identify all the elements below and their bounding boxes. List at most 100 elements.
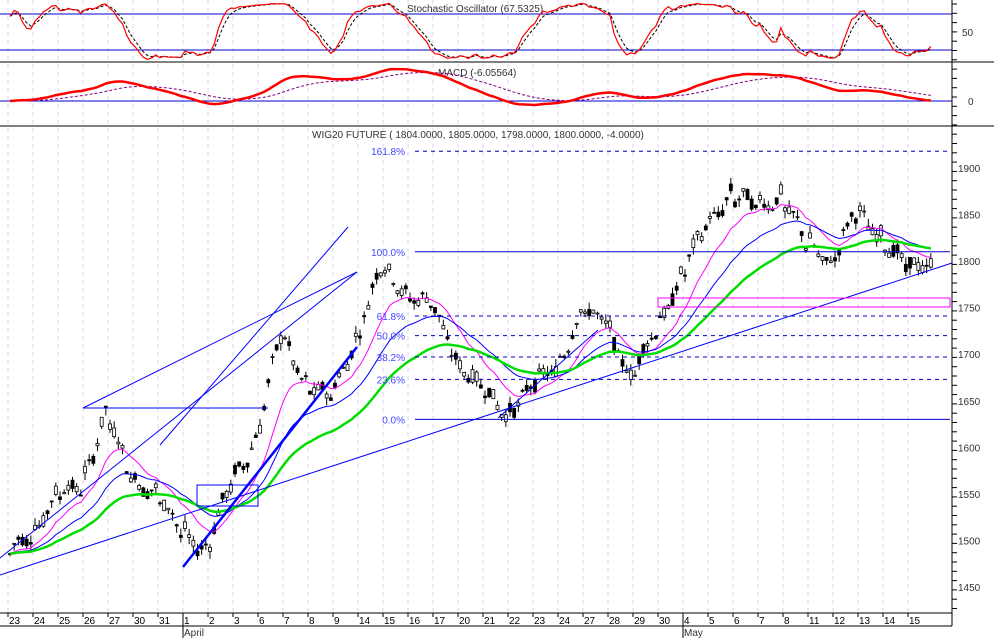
- price-candle: [49, 500, 54, 503]
- price-candle: [237, 461, 242, 467]
- price-candle: [291, 360, 296, 366]
- x-tick-label: 29: [634, 616, 646, 627]
- x-tick-label: 6: [259, 616, 265, 627]
- x-tick-label: 8: [309, 616, 315, 627]
- price-candle: [491, 389, 496, 400]
- price-candle: [116, 441, 121, 445]
- x-tick-label: 9: [334, 616, 340, 627]
- fib-level-label: 23.6%: [377, 375, 405, 386]
- price-candle: [187, 534, 192, 538]
- price-tick-label: 1800: [958, 257, 981, 268]
- price-candle: [445, 336, 450, 340]
- price-candle: [158, 502, 162, 505]
- macd-label: MACD (-6.05564): [438, 68, 516, 79]
- price-candle: [95, 442, 100, 447]
- x-tick-label: 7: [284, 616, 290, 627]
- price-candle: [466, 377, 471, 383]
- price-candle: [162, 499, 167, 512]
- fib-level-label: 161.8%: [371, 147, 405, 158]
- price-candle: [295, 367, 300, 373]
- price-candle: [903, 263, 908, 273]
- price-candle: [166, 507, 171, 511]
- price-candle: [853, 218, 858, 224]
- price-candle: [274, 344, 279, 351]
- price-candle: [791, 210, 796, 213]
- price-candle: [183, 521, 187, 529]
- x-tick-label: 3: [234, 616, 240, 627]
- price-candle: [366, 304, 371, 310]
- x-tick-label: 1: [184, 616, 190, 627]
- price-candle: [83, 465, 87, 474]
- price-candle: [387, 263, 392, 270]
- x-tick-label: 8: [784, 616, 790, 627]
- price-tick-label: 1500: [958, 536, 981, 547]
- price-candle: [870, 228, 875, 236]
- price-candle: [391, 283, 396, 285]
- price-candle: [753, 204, 758, 209]
- price-candle: [495, 404, 500, 411]
- price-candle: [24, 538, 29, 547]
- price-candle: [866, 225, 871, 231]
- price-candle: [374, 272, 379, 280]
- channel-line: [159, 226, 349, 446]
- stochastic-panel: Stochastic Oscillator (67.5325): [0, 2, 952, 60]
- x-tick-label: 21: [484, 616, 496, 627]
- x-tick-label: 15: [909, 616, 921, 627]
- macd-panel: MACD (-6.05564): [0, 67, 952, 107]
- price-candle: [53, 485, 58, 495]
- x-tick-label: 11: [809, 616, 820, 627]
- price-tick-label: 1550: [958, 490, 981, 501]
- price-candle: [483, 395, 487, 399]
- price-candle: [333, 382, 337, 388]
- price-candle: [283, 337, 287, 340]
- x-tick-label: 14: [884, 616, 896, 627]
- price-candle: [441, 324, 446, 330]
- price-candle: [124, 471, 129, 474]
- price-candle: [845, 222, 850, 227]
- price-candle: [208, 546, 212, 552]
- price-candle: [624, 370, 629, 373]
- price-candle: [928, 258, 933, 268]
- price-candle: [924, 264, 929, 267]
- price-candle: [562, 355, 567, 359]
- ma-mid-line: [9, 220, 931, 555]
- price-candle: [816, 253, 821, 257]
- price-tick-label: 1450: [958, 583, 981, 594]
- month-label: April: [184, 628, 204, 638]
- price-candle: [770, 209, 775, 211]
- x-tick-label: 31: [159, 616, 171, 627]
- x-tick-label: 16: [409, 616, 421, 627]
- price-candle: [649, 337, 654, 340]
- price-candle: [674, 285, 679, 291]
- x-tick-label: 22: [509, 616, 521, 627]
- price-candle: [66, 484, 71, 491]
- price-candle: [758, 195, 762, 201]
- x-tick-label: 2: [209, 616, 215, 627]
- price-candle: [420, 292, 425, 295]
- price-candle: [849, 212, 854, 217]
- price-candle: [99, 416, 104, 427]
- x-tick-label: 15: [384, 616, 396, 627]
- price-candle: [399, 288, 404, 296]
- price-candle: [774, 197, 779, 205]
- price-candle: [683, 274, 687, 277]
- price-candle: [178, 534, 183, 538]
- price-candle: [712, 211, 717, 214]
- price-candle: [74, 486, 79, 493]
- price-candle: [353, 332, 358, 337]
- price-candle: [645, 343, 650, 347]
- price-candle: [224, 490, 229, 498]
- price-candle: [520, 389, 525, 392]
- price-candle: [62, 492, 67, 495]
- fib-level-label: 0.0%: [382, 415, 405, 426]
- price-candle: [708, 215, 712, 219]
- price-candle: [487, 387, 492, 398]
- price-tick-label: 1900: [958, 164, 981, 175]
- price-candle: [270, 356, 275, 358]
- x-tick-label: 30: [134, 616, 146, 627]
- price-candle: [574, 322, 579, 325]
- price-candle: [512, 407, 517, 418]
- price-candle: [170, 512, 175, 515]
- price-candle: [833, 257, 837, 262]
- price-candle: [337, 372, 342, 378]
